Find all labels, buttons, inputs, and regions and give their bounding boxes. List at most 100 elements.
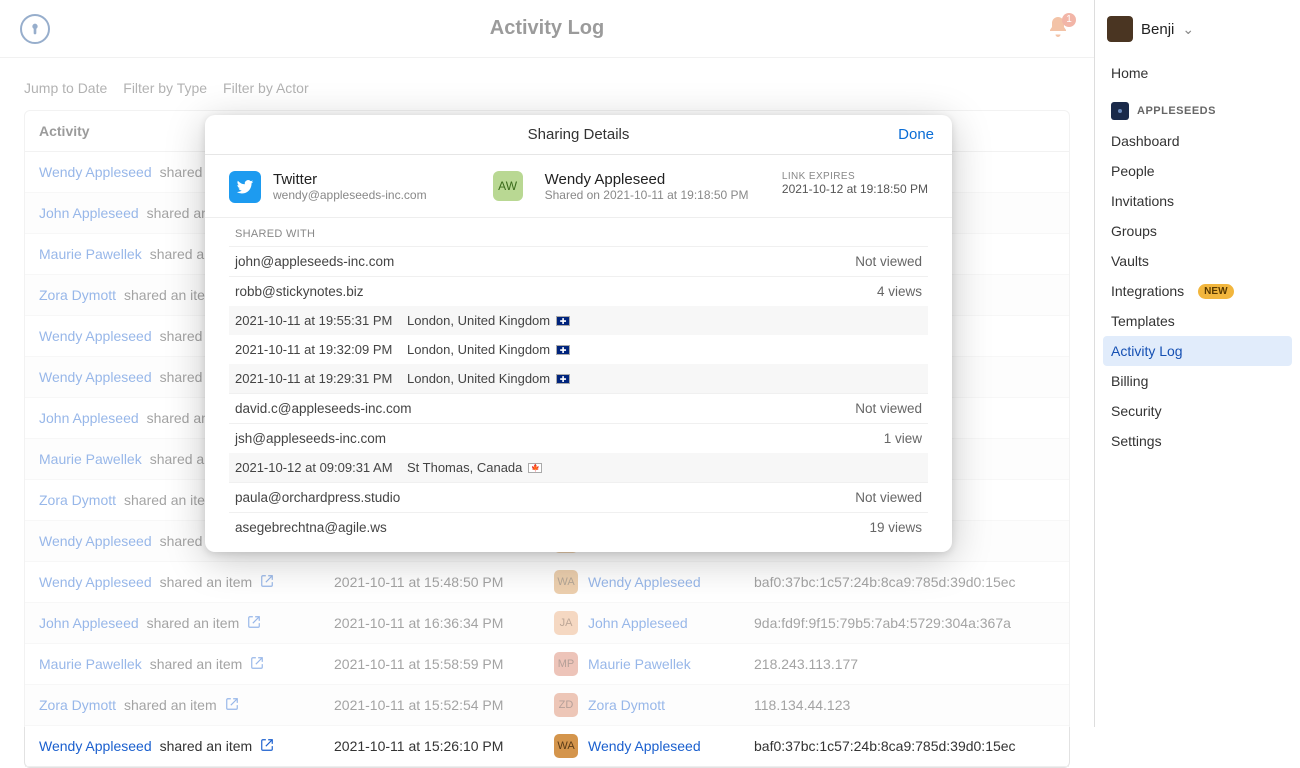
actor-link[interactable]: Wendy Appleseed [39,328,152,344]
actor-link[interactable]: Wendy Appleseed [39,533,152,549]
actor-link[interactable]: Maurie Pawellek [39,451,142,467]
view-time: 2021-10-12 at 09:09:31 AM [235,460,407,475]
org-header: APPLESEEDS [1103,96,1292,126]
nav-item-people[interactable]: People [1103,156,1292,186]
actor-link[interactable]: Wendy Appleseed [39,369,152,385]
nav-item-dashboard[interactable]: Dashboard [1103,126,1292,156]
filter-jump-to-date[interactable]: Jump to Date [24,80,107,96]
activity-time: 2021-10-11 at 15:48:50 PM [334,574,554,590]
activity-time: 2021-10-11 at 16:36:34 PM [334,615,554,631]
recipient-email: robb@stickynotes.biz [235,284,364,299]
shared-with-list: john@appleseeds-inc.comNot viewedrobb@st… [205,246,952,542]
actor-link[interactable]: Zora Dymott [39,492,116,508]
action-text: shared an item [124,697,217,713]
modal-done-button[interactable]: Done [898,126,934,143]
nav-item-groups[interactable]: Groups [1103,216,1292,246]
recipient-row[interactable]: robb@stickynotes.biz4 views [229,276,928,306]
modal-summary: Twitter wendy@appleseeds-inc.com AW Wend… [205,155,952,218]
activity-ip: 9da:fd9f:9f15:79b5:7ab4:5729:304a:367a [754,615,1055,631]
actor-link[interactable]: Zora Dymott [39,287,116,303]
table-row[interactable]: Wendy Appleseed shared an item2021-10-11… [25,562,1069,603]
org-name: APPLESEEDS [1137,105,1216,117]
table-row[interactable]: Zora Dymott shared an item 2021-10-11 at … [25,685,1069,726]
activity-time: 2021-10-11 at 15:52:54 PM [334,697,554,713]
new-badge: NEW [1198,284,1233,299]
recipient-row[interactable]: john@appleseeds-inc.comNot viewed [229,246,928,276]
nav-home[interactable]: Home [1103,58,1292,88]
shared-with-label: SHARED WITH [205,218,952,246]
recipient-row[interactable]: david.c@appleseeds-inc.comNot viewed [229,393,928,423]
nav-item-integrations[interactable]: IntegrationsNEW [1103,276,1292,306]
share-icon [225,697,239,714]
actor-avatar: WA [554,570,578,594]
user-name: Benji [1141,21,1174,38]
recipient-email: paula@orchardpress.studio [235,490,400,505]
action-text: shared an item [147,615,240,631]
actor-link[interactable]: John Appleseed [39,615,139,631]
activity-ip: 218.243.113.177 [754,656,1055,672]
actor-link[interactable]: Wendy Appleseed [39,738,152,754]
actor-name-link[interactable]: Wendy Appleseed [588,738,701,754]
view-detail-row: 2021-10-11 at 19:32:09 PMLondon, United … [229,335,928,364]
actor-avatar: WA [554,734,578,758]
nav-item-invitations[interactable]: Invitations [1103,186,1292,216]
recipient-row[interactable]: jsh@appleseeds-inc.com1 view [229,423,928,453]
recipient-view-count: 1 view [884,431,922,446]
share-icon [260,574,274,591]
actor-link[interactable]: Wendy Appleseed [39,574,152,590]
activity-ip: baf0:37bc:1c57:24b:8ca9:785d:39d0:15ec [754,574,1055,590]
view-location: London, United Kingdom [407,342,570,357]
nav-item-activity-log[interactable]: Activity Log [1103,336,1292,366]
activity-time: 2021-10-11 at 15:58:59 PM [334,656,554,672]
filter-by-actor[interactable]: Filter by Actor [223,80,309,96]
action-text: shared an item [124,492,217,508]
actor-name-link[interactable]: Wendy Appleseed [588,574,701,590]
recipient-email: john@appleseeds-inc.com [235,254,394,269]
table-row[interactable]: Wendy Appleseed shared an item2021-10-11… [25,726,1069,767]
nav-item-templates[interactable]: Templates [1103,306,1292,336]
nav-item-security[interactable]: Security [1103,396,1292,426]
notification-bell-icon[interactable]: 1 [1046,15,1074,43]
recipient-row[interactable]: asegebrechtna@agile.ws 19 views [229,512,928,542]
actor-avatar: JA [554,611,578,635]
shared-on-time: Shared on 2021-10-11 at 19:18:50 PM [545,188,749,202]
activity-ip: 118.134.44.123 [754,697,1055,713]
nav-item-billing[interactable]: Billing [1103,366,1292,396]
sharer-name: Wendy Appleseed [545,171,749,188]
modal-header: Sharing Details Done [205,115,952,155]
app-header: Activity Log 1 [0,0,1094,58]
actor-link[interactable]: Maurie Pawellek [39,656,142,672]
recipient-view-count: Not viewed [855,490,922,505]
recipient-view-count: 19 views [869,520,922,535]
recipient-row[interactable]: paula@orchardpress.studio Not viewed [229,482,928,512]
actor-link[interactable]: John Appleseed [39,205,139,221]
view-detail-row: 2021-10-11 at 19:55:31 PMLondon, United … [229,306,928,335]
filter-by-type[interactable]: Filter by Type [123,80,207,96]
flag-uk-icon [556,345,570,355]
actor-avatar: MP [554,652,578,676]
modal-title: Sharing Details [528,126,630,143]
recipient-email: asegebrechtna@agile.ws [235,520,387,535]
nav-item-settings[interactable]: Settings [1103,426,1292,456]
chevron-down-icon: ⌄ [1182,21,1194,38]
shared-item-name: Twitter [273,171,427,188]
nav-item-vaults[interactable]: Vaults [1103,246,1292,276]
table-row[interactable]: Maurie Pawellek shared an item2021-10-11… [25,644,1069,685]
actor-link[interactable]: Wendy Appleseed [39,164,152,180]
table-row[interactable]: John Appleseed shared an item 2021-10-11 … [25,603,1069,644]
flag-ca-icon [528,463,542,473]
actor-link[interactable]: John Appleseed [39,410,139,426]
actor-name-link[interactable]: Maurie Pawellek [588,656,691,672]
actor-link[interactable]: Zora Dymott [39,697,116,713]
twitter-icon [229,171,261,203]
filter-bar: Jump to Date Filter by Type Filter by Ac… [0,58,1094,110]
view-location: St Thomas, Canada [407,460,542,475]
shared-item-account: wendy@appleseeds-inc.com [273,188,427,202]
user-menu[interactable]: Benji ⌄ [1103,10,1292,58]
view-location: London, United Kingdom [407,313,570,328]
link-expires-label: LINK EXPIRES [782,171,928,182]
actor-name-link[interactable]: Zora Dymott [588,697,665,713]
actor-link[interactable]: Maurie Pawellek [39,246,142,262]
view-time: 2021-10-11 at 19:29:31 PM [235,371,407,386]
actor-name-link[interactable]: John Appleseed [588,615,688,631]
